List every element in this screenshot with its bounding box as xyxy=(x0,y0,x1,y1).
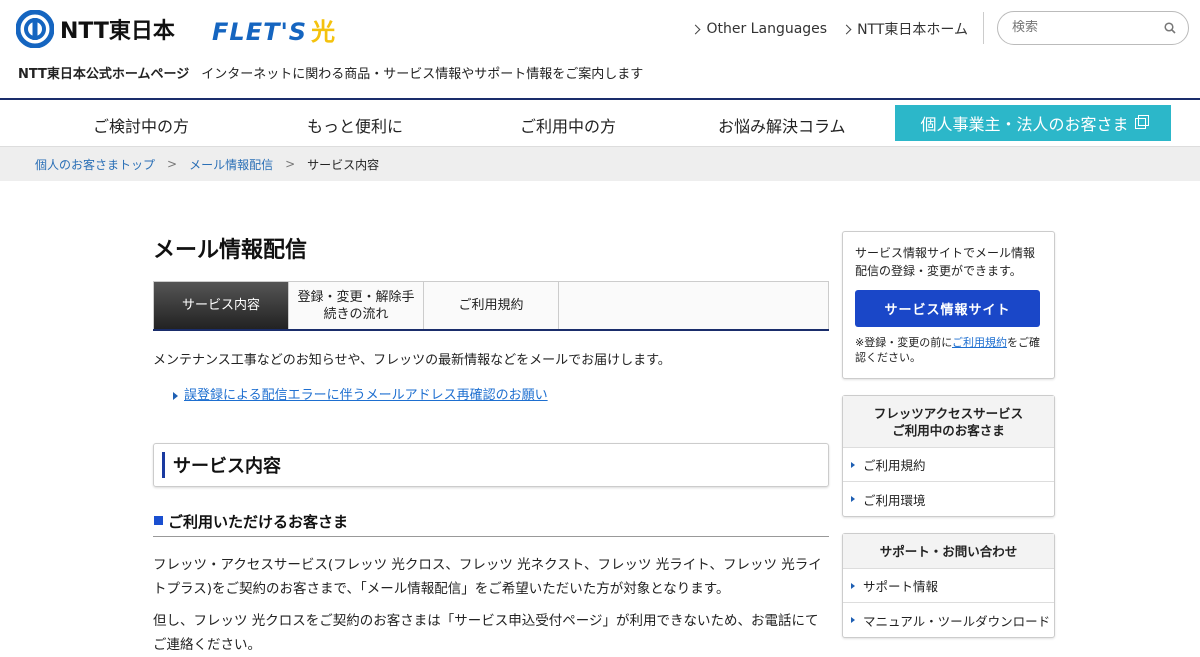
section-title: サービス内容 xyxy=(173,456,281,477)
search-icon[interactable] xyxy=(1164,22,1176,34)
triangle-right-icon xyxy=(851,617,855,623)
link-label: Other Languages xyxy=(706,21,828,37)
sub-heading: ご利用いただけるお客さま xyxy=(153,511,829,537)
menu-title-line1: フレッツアクセスサービス xyxy=(873,406,1024,421)
tagline-title: NTT東日本公式ホームページ xyxy=(18,67,190,82)
breadcrumb-item-mail-info[interactable]: メール情報配信 xyxy=(189,156,273,173)
intro-text: メンテナンス工事などのお知らせや、フレッツの最新情報などをメールでお届けします。 xyxy=(153,353,671,368)
tab-registration-flow[interactable]: 登録・変更・解除手 続きの流れ xyxy=(289,282,424,329)
header-links: Other Languages NTT東日本ホーム xyxy=(691,19,968,39)
square-bullet-icon xyxy=(154,516,163,525)
link-other-languages[interactable]: Other Languages xyxy=(691,19,828,39)
sidebar-item-support-info[interactable]: サポート情報 xyxy=(843,569,1054,603)
menu-title-line2: ご利用中のお客さま xyxy=(892,423,1005,438)
promo-note-prefix: ※登録・変更の前に xyxy=(855,336,952,349)
main-content: メール情報配信 サービス内容 登録・変更・解除手 続きの流れ ご利用規約 メンテナ… xyxy=(153,232,829,657)
chevron-right-icon xyxy=(691,24,701,34)
gnav-more-convenient[interactable]: もっと便利に xyxy=(307,113,403,137)
gnav-business-button[interactable]: 個人事業主・法人のお客さま xyxy=(895,105,1171,141)
header-divider xyxy=(983,12,984,44)
ntt-logo[interactable]: NTT東日本 xyxy=(16,10,175,48)
external-link-icon xyxy=(1134,114,1149,129)
tagline-text: インターネットに関わる商品・サービス情報やサポート情報をご案内します xyxy=(201,67,644,82)
content-tabs: サービス内容 登録・変更・解除手 続きの流れ ご利用規約 xyxy=(153,281,829,331)
site-header: NTT東日本 FLET'S 光 Other Languages NTT東日本ホーム… xyxy=(0,0,1200,98)
paragraph-eligibility: フレッツ・アクセスサービス(フレッツ 光クロス、フレッツ 光ネクスト、フレッツ … xyxy=(153,557,822,597)
breadcrumb: 個人のお客さまトップ > メール情報配信 > サービス内容 xyxy=(0,147,1200,181)
breadcrumb-separator: > xyxy=(285,157,296,171)
gnav-current-users[interactable]: ご利用中の方 xyxy=(520,113,616,137)
link-label: NTT東日本ホーム xyxy=(857,22,968,38)
menu-item-label: マニュアル・ツールダウンロード xyxy=(863,613,1051,629)
sidebar-menu-support: サポート・お問い合わせ サポート情報 マニュアル・ツールダウンロード xyxy=(842,533,1055,638)
menu-title: フレッツアクセスサービス ご利用中のお客さま xyxy=(843,396,1054,448)
sidebar-item-manual-download[interactable]: マニュアル・ツールダウンロード xyxy=(843,603,1054,637)
search-input[interactable] xyxy=(1012,20,1162,35)
site-tagline: NTT東日本公式ホームページ インターネットに関わる商品・サービス情報やサポート情… xyxy=(18,63,643,82)
brand-name: NTT東日本 xyxy=(60,19,175,44)
ntt-logo-icon xyxy=(16,10,54,48)
sidebar-menu-flets: フレッツアクセスサービス ご利用中のお客さま ご利用規約 ご利用環境 xyxy=(842,395,1055,517)
flets-hikari-mark: 光 xyxy=(311,18,337,46)
breadcrumb-item-top[interactable]: 個人のお客さまトップ xyxy=(35,156,155,173)
flets-logo[interactable]: FLET'S 光 xyxy=(212,12,336,47)
link-ntt-home[interactable]: NTT東日本ホーム xyxy=(841,19,968,39)
menu-item-label: サポート情報 xyxy=(863,579,939,594)
tab-terms[interactable]: ご利用規約 xyxy=(424,282,559,329)
gnav-column[interactable]: お悩み解決コラム xyxy=(718,113,846,137)
notice-link-row: 誤登録による配信エラーに伴うメールアドレス再確認のお願い xyxy=(153,384,829,403)
service-site-button[interactable]: サービス情報サイト xyxy=(855,290,1040,327)
gnav-business-label: 個人事業主・法人のお客さま xyxy=(920,115,1129,134)
sub-heading-text: ご利用いただけるお客さま xyxy=(168,513,349,531)
sidebar-item-terms[interactable]: ご利用規約 xyxy=(843,448,1054,482)
triangle-right-icon xyxy=(173,391,178,400)
triangle-right-icon xyxy=(851,461,855,468)
notice-link[interactable]: 誤登録による配信エラーに伴うメールアドレス再確認のお願い xyxy=(184,388,548,403)
tab-label-line2: 続きの流れ xyxy=(323,306,389,322)
terms-link[interactable]: ご利用規約 xyxy=(952,336,1007,349)
sidebar-item-environment[interactable]: ご利用環境 xyxy=(843,482,1054,516)
promo-box: サービス情報サイトでメール情報配信の登録・変更ができます。 サービス情報サイト … xyxy=(842,231,1055,379)
breadcrumb-current: サービス内容 xyxy=(307,157,380,172)
section-accent-bar xyxy=(162,452,165,478)
flets-logo-text: FLET'S xyxy=(212,18,308,46)
menu-item-label: ご利用規約 xyxy=(863,458,926,473)
search-box xyxy=(997,11,1189,45)
tab-service-content[interactable]: サービス内容 xyxy=(154,282,289,329)
section-heading: サービス内容 xyxy=(153,443,829,487)
global-nav: ご検討中の方 もっと便利に ご利用中の方 お悩み解決コラム 個人事業主・法人のお… xyxy=(0,98,1200,147)
paragraph-cross-note: 但し、フレッツ 光クロスをご契約のお客さまは「サービス申込受付ページ」が利用でき… xyxy=(153,613,819,653)
menu-title: サポート・お問い合わせ xyxy=(843,534,1054,569)
breadcrumb-separator: > xyxy=(167,157,178,171)
gnav-considering[interactable]: ご検討中の方 xyxy=(93,113,189,137)
menu-item-label: ご利用環境 xyxy=(863,492,926,508)
promo-note: ※登録・変更の前にご利用規約をご確認ください。 xyxy=(855,335,1042,365)
sidebar: サービス情報サイトでメール情報配信の登録・変更ができます。 サービス情報サイト … xyxy=(842,231,1055,638)
chevron-right-icon xyxy=(841,24,852,34)
page-title: メール情報配信 xyxy=(153,238,308,263)
tab-label-line1: 登録・変更・解除手 xyxy=(297,289,415,305)
triangle-right-icon xyxy=(851,496,855,502)
promo-text: サービス情報サイトでメール情報配信の登録・変更ができます。 xyxy=(855,246,1036,278)
triangle-right-icon xyxy=(851,582,855,589)
